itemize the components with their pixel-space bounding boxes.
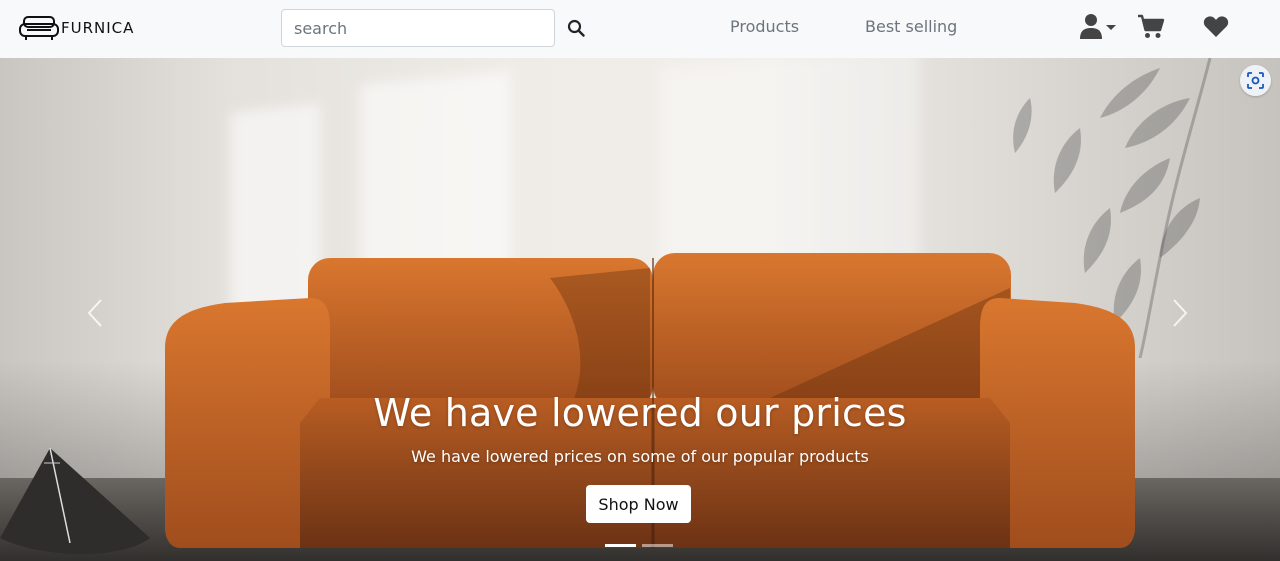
image-search-button[interactable] [1240, 65, 1271, 96]
shop-now-button[interactable]: Shop Now [586, 485, 691, 523]
carousel-indicator[interactable] [605, 544, 636, 547]
carousel-indicator[interactable] [642, 544, 673, 547]
chevron-left-icon [87, 299, 102, 327]
user-icon [1080, 14, 1102, 39]
brand-logo[interactable]: FURNICA [18, 14, 134, 42]
search-icon [567, 19, 585, 37]
search-input[interactable] [281, 9, 555, 47]
carousel-indicators [605, 544, 673, 547]
sofa-logo-icon [19, 16, 59, 40]
nav-link-products[interactable]: Products [730, 17, 799, 36]
hero-carousel: We have lowered our prices We have lower… [0, 58, 1280, 561]
heart-icon[interactable] [1203, 15, 1229, 42]
lens-icon [1247, 72, 1264, 89]
nav-link-best-selling[interactable]: Best selling [865, 17, 957, 36]
search-button[interactable] [563, 14, 589, 42]
brand-name: FURNICA [61, 19, 135, 37]
carousel-prev-button[interactable] [75, 293, 115, 333]
chevron-down-icon [1106, 24, 1116, 30]
navbar: FURNICA Products Best selling [0, 0, 1280, 58]
hero-title: We have lowered our prices [373, 391, 907, 435]
cart-icon[interactable] [1137, 14, 1165, 44]
user-dropdown-toggle[interactable] [1079, 13, 1116, 39]
hero-subtitle: We have lowered prices on some of our po… [411, 447, 869, 466]
chevron-right-icon [1173, 299, 1188, 327]
carousel-next-button[interactable] [1160, 293, 1200, 333]
